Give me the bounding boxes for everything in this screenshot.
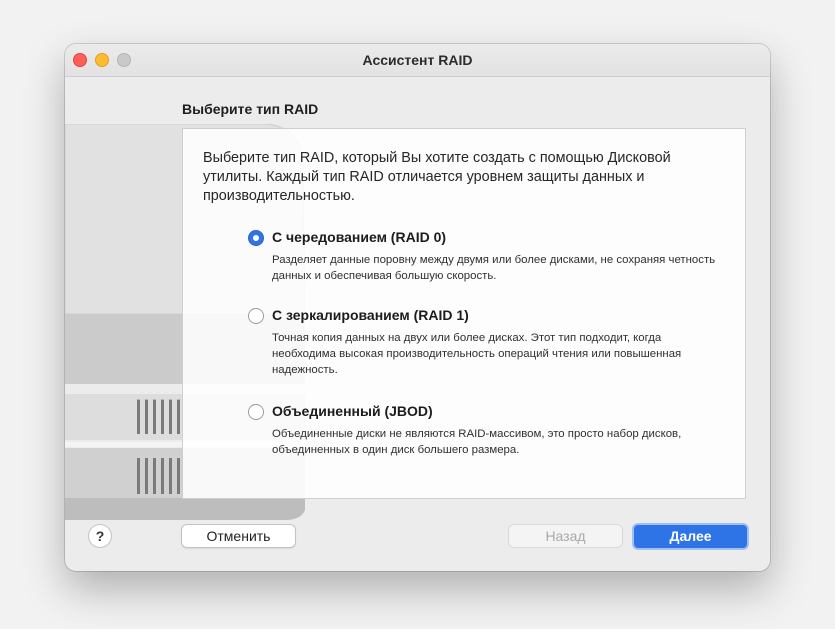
- title-bar: Ассистент RAID: [65, 44, 770, 77]
- option-raid0-description: Разделяет данные поровну между двумя или…: [272, 254, 716, 282]
- question-mark-icon: ?: [95, 528, 105, 544]
- option-raid1-description: Точная копия данных на двух или более ди…: [272, 332, 682, 376]
- option-raid0-title: С чередованием (RAID 0): [272, 229, 447, 245]
- raid-assistant-window: Ассистент RAID Выберите тип RAID Выберит…: [65, 44, 770, 571]
- radio-jbod[interactable]: [248, 404, 264, 420]
- option-raid1-title: С зеркалированием (RAID 1): [272, 307, 469, 323]
- radio-raid1[interactable]: [248, 308, 264, 324]
- back-button[interactable]: Назад: [508, 524, 623, 548]
- next-button[interactable]: Далее: [632, 523, 749, 550]
- section-heading: Выберите тип RAID: [182, 101, 319, 117]
- help-button[interactable]: ?: [88, 524, 112, 548]
- option-jbod-title: Объединенный (JBOD): [272, 403, 433, 419]
- raid-type-panel: Выберите тип RAID, который Вы хотите соз…: [182, 128, 746, 499]
- cancel-button[interactable]: Отменить: [181, 524, 296, 548]
- window-title: Ассистент RAID: [362, 52, 473, 68]
- intro-text: Выберите тип RAID, который Вы хотите соз…: [203, 150, 671, 204]
- option-jbod-description: Объединенные диски не являются RAID-масс…: [272, 428, 682, 456]
- radio-raid0[interactable]: [248, 230, 264, 246]
